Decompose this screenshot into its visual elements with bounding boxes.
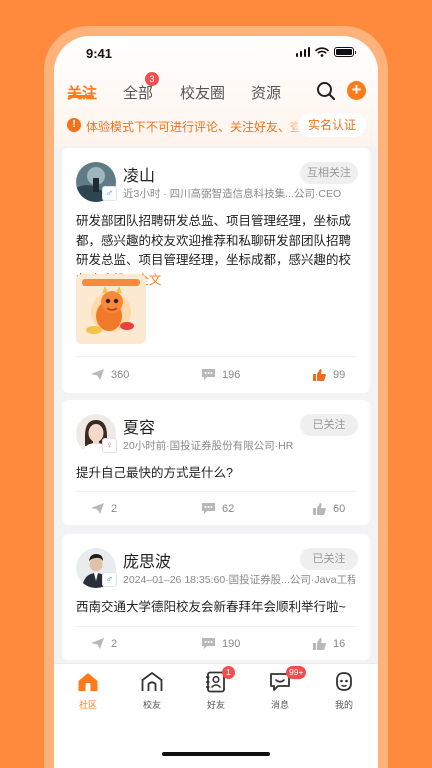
comment-icon: [202, 369, 215, 380]
share-count: 2: [111, 502, 118, 515]
post-meta: 2024–01–26 18:35:60·国投证券股...公司·Java工程师: [123, 574, 355, 586]
share-count: 360: [111, 368, 130, 381]
post-card[interactable]: ♂ 凌山 近3小时 · 四川高弼智造信息科技集...公司·CEO 互相关注 研发…: [62, 148, 370, 393]
comment-count: 190: [222, 637, 241, 650]
status-time: 9:41: [86, 46, 113, 61]
like-count: 99: [333, 369, 346, 381]
active-tab-indicator: [68, 95, 94, 98]
nav-badge: 99+: [286, 666, 307, 679]
comment-icon: [202, 638, 215, 649]
experience-mode-notice: ! 体验模式下不可进行评论、关注好友、查看 实名认证: [54, 112, 378, 140]
nav-label: 社区: [78, 700, 97, 710]
divider: [76, 491, 356, 492]
post-content[interactable]: 西南交通大学德阳校友会新春拜年会顺利举行啦~: [76, 598, 360, 618]
like-action[interactable]: 99: [312, 368, 345, 382]
thumbs-up-icon: [313, 369, 326, 381]
share-action[interactable]: 2: [90, 637, 117, 650]
comment-action[interactable]: 190: [201, 637, 240, 650]
add-post-button[interactable]: +: [347, 81, 366, 100]
nav-label: 消息: [270, 700, 289, 710]
male-icon: ♂: [102, 186, 117, 201]
share-count: 2: [111, 637, 118, 650]
share-icon: [91, 638, 104, 649]
comment-count: 62: [222, 502, 235, 515]
female-icon: ♀: [102, 438, 117, 453]
status-bar: 9:41: [54, 36, 378, 72]
share-action[interactable]: 360: [90, 368, 129, 381]
signal-icon: [295, 47, 310, 57]
info-icon: !: [67, 118, 81, 132]
real-name-verify-button[interactable]: 实名认证: [298, 113, 366, 137]
post-meta: 近3小时 · 四川高弼智造信息科技集...公司·CEO: [123, 188, 342, 200]
profile-icon: [336, 672, 352, 691]
nav-item-community[interactable]: 社区: [64, 670, 112, 711]
follow-status-button[interactable]: 互相关注: [300, 162, 358, 184]
nav-item-me[interactable]: 我的: [320, 670, 368, 711]
app-screen: 9:41 关注 全部 校友圈 资源 3 + ! 体验模式下不可进行评论、关注好友…: [54, 36, 378, 768]
nav-label: 我的: [334, 700, 353, 710]
dragon-poster-image[interactable]: [76, 274, 146, 344]
nav-item-alumni[interactable]: 校友: [128, 670, 176, 711]
search-icon[interactable]: [315, 80, 337, 102]
battery-icon: [334, 47, 356, 57]
wifi-icon: [315, 47, 329, 57]
tab-all-badge: 3: [145, 72, 159, 86]
tab-alumni-circle[interactable]: 校友圈: [180, 82, 225, 103]
comment-count: 196: [222, 368, 241, 381]
author-name[interactable]: 凌山: [123, 162, 155, 186]
post-text: 提升自己最快的方式是什么?: [76, 466, 233, 480]
home-icon: [78, 673, 98, 691]
divider: [76, 356, 356, 357]
school-icon: [141, 672, 163, 691]
post-card[interactable]: ♀ 夏容 20小时前·国投证券股份有限公司·HR 已关注 提升自己最快的方式是什…: [62, 400, 370, 525]
like-action[interactable]: 16: [312, 637, 345, 651]
follow-status-button[interactable]: 已关注: [300, 414, 358, 436]
post-text: 西南交通大学德阳校友会新春拜年会顺利举行啦~: [76, 600, 346, 614]
comment-icon: [202, 503, 215, 514]
thumbs-up-icon: [313, 638, 326, 650]
share-icon: [91, 369, 104, 380]
post-content[interactable]: 提升自己最快的方式是什么?: [76, 464, 360, 484]
thumbs-up-icon: [313, 503, 326, 515]
share-icon: [91, 503, 104, 514]
share-action[interactable]: 2: [90, 502, 117, 515]
nav-item-messages[interactable]: 消息 99+: [256, 666, 307, 711]
plus-icon: +: [351, 80, 362, 99]
divider: [76, 626, 356, 627]
post-card[interactable]: ♂ 庞思波 2024–01–26 18:35:60·国投证券股...公司·Jav…: [62, 534, 370, 660]
nav-badge: 1: [222, 666, 235, 679]
tab-following[interactable]: 关注: [67, 82, 97, 103]
bottom-nav: 社区 校友 好友 1 消息 99+ 我的: [54, 663, 378, 768]
like-action[interactable]: 60: [312, 502, 345, 516]
like-count: 60: [333, 503, 346, 515]
nav-label: 校友: [142, 700, 161, 710]
male-icon: ♂: [102, 572, 117, 587]
nav-item-friends[interactable]: 好友 1: [192, 666, 240, 711]
tab-resources[interactable]: 资源: [251, 82, 281, 103]
follow-status-button[interactable]: 已关注: [300, 548, 358, 570]
comment-action[interactable]: 196: [201, 368, 240, 381]
status-icons: [295, 47, 356, 57]
notice-text: 体验模式下不可进行评论、关注好友、查看: [86, 120, 304, 134]
nav-label: 好友: [206, 700, 225, 710]
home-indicator: [162, 752, 270, 756]
author-name[interactable]: 庞思波: [123, 548, 171, 572]
like-count: 16: [333, 638, 346, 650]
author-name[interactable]: 夏容: [123, 414, 155, 438]
comment-action[interactable]: 62: [201, 502, 234, 515]
post-meta: 20小时前·国投证券股份有限公司·HR: [123, 440, 294, 452]
